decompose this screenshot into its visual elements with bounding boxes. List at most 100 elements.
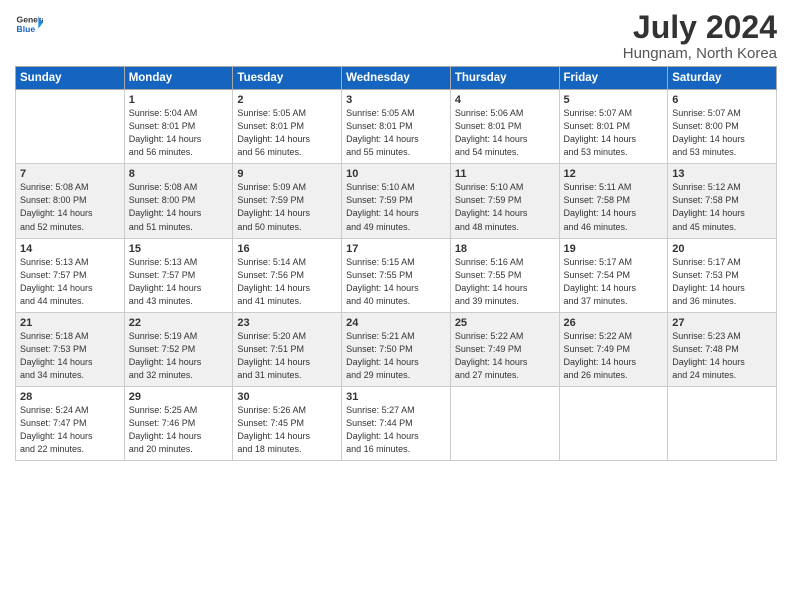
calendar-cell: 13Sunrise: 5:12 AM Sunset: 7:58 PM Dayli… bbox=[668, 164, 777, 238]
calendar-cell: 23Sunrise: 5:20 AM Sunset: 7:51 PM Dayli… bbox=[233, 312, 342, 386]
cell-info: Sunrise: 5:26 AM Sunset: 7:45 PM Dayligh… bbox=[237, 404, 337, 456]
calendar-cell: 16Sunrise: 5:14 AM Sunset: 7:56 PM Dayli… bbox=[233, 238, 342, 312]
header-day-thursday: Thursday bbox=[450, 67, 559, 90]
cell-info: Sunrise: 5:12 AM Sunset: 7:58 PM Dayligh… bbox=[672, 181, 772, 233]
calendar-cell: 21Sunrise: 5:18 AM Sunset: 7:53 PM Dayli… bbox=[16, 312, 125, 386]
day-number: 9 bbox=[237, 168, 337, 180]
day-number: 19 bbox=[564, 243, 664, 255]
cell-info: Sunrise: 5:07 AM Sunset: 8:01 PM Dayligh… bbox=[564, 107, 664, 159]
cell-info: Sunrise: 5:27 AM Sunset: 7:44 PM Dayligh… bbox=[346, 404, 446, 456]
cell-info: Sunrise: 5:09 AM Sunset: 7:59 PM Dayligh… bbox=[237, 181, 337, 233]
header-row: SundayMondayTuesdayWednesdayThursdayFrid… bbox=[16, 67, 777, 90]
header-day-wednesday: Wednesday bbox=[342, 67, 451, 90]
week-row-3: 14Sunrise: 5:13 AM Sunset: 7:57 PM Dayli… bbox=[16, 238, 777, 312]
day-number: 26 bbox=[564, 317, 664, 329]
calendar-cell: 2Sunrise: 5:05 AM Sunset: 8:01 PM Daylig… bbox=[233, 90, 342, 164]
day-number: 4 bbox=[455, 94, 555, 106]
day-number: 20 bbox=[672, 243, 772, 255]
calendar-cell: 14Sunrise: 5:13 AM Sunset: 7:57 PM Dayli… bbox=[16, 238, 125, 312]
svg-text:Blue: Blue bbox=[17, 24, 36, 34]
cell-info: Sunrise: 5:13 AM Sunset: 7:57 PM Dayligh… bbox=[129, 256, 229, 308]
calendar-cell: 9Sunrise: 5:09 AM Sunset: 7:59 PM Daylig… bbox=[233, 164, 342, 238]
header-day-sunday: Sunday bbox=[16, 67, 125, 90]
cell-info: Sunrise: 5:10 AM Sunset: 7:59 PM Dayligh… bbox=[346, 181, 446, 233]
cell-info: Sunrise: 5:08 AM Sunset: 8:00 PM Dayligh… bbox=[20, 181, 120, 233]
header-day-monday: Monday bbox=[124, 67, 233, 90]
cell-info: Sunrise: 5:21 AM Sunset: 7:50 PM Dayligh… bbox=[346, 330, 446, 382]
week-row-5: 28Sunrise: 5:24 AM Sunset: 7:47 PM Dayli… bbox=[16, 386, 777, 460]
day-number: 29 bbox=[129, 391, 229, 403]
calendar-cell: 19Sunrise: 5:17 AM Sunset: 7:54 PM Dayli… bbox=[559, 238, 668, 312]
calendar-cell: 25Sunrise: 5:22 AM Sunset: 7:49 PM Dayli… bbox=[450, 312, 559, 386]
day-number: 24 bbox=[346, 317, 446, 329]
cell-info: Sunrise: 5:07 AM Sunset: 8:00 PM Dayligh… bbox=[672, 107, 772, 159]
day-number: 8 bbox=[129, 168, 229, 180]
calendar-cell: 24Sunrise: 5:21 AM Sunset: 7:50 PM Dayli… bbox=[342, 312, 451, 386]
day-number: 2 bbox=[237, 94, 337, 106]
cell-info: Sunrise: 5:22 AM Sunset: 7:49 PM Dayligh… bbox=[564, 330, 664, 382]
day-number: 10 bbox=[346, 168, 446, 180]
calendar-cell: 22Sunrise: 5:19 AM Sunset: 7:52 PM Dayli… bbox=[124, 312, 233, 386]
day-number: 25 bbox=[455, 317, 555, 329]
calendar-cell: 29Sunrise: 5:25 AM Sunset: 7:46 PM Dayli… bbox=[124, 386, 233, 460]
calendar-cell bbox=[559, 386, 668, 460]
calendar-cell: 26Sunrise: 5:22 AM Sunset: 7:49 PM Dayli… bbox=[559, 312, 668, 386]
page-container: General Blue July 2024 Hungnam, North Ko… bbox=[0, 0, 792, 612]
calendar-cell bbox=[16, 90, 125, 164]
cell-info: Sunrise: 5:11 AM Sunset: 7:58 PM Dayligh… bbox=[564, 181, 664, 233]
calendar-table: SundayMondayTuesdayWednesdayThursdayFrid… bbox=[15, 66, 777, 461]
week-row-4: 21Sunrise: 5:18 AM Sunset: 7:53 PM Dayli… bbox=[16, 312, 777, 386]
cell-info: Sunrise: 5:20 AM Sunset: 7:51 PM Dayligh… bbox=[237, 330, 337, 382]
calendar-cell: 18Sunrise: 5:16 AM Sunset: 7:55 PM Dayli… bbox=[450, 238, 559, 312]
cell-info: Sunrise: 5:16 AM Sunset: 7:55 PM Dayligh… bbox=[455, 256, 555, 308]
main-title: July 2024 bbox=[623, 10, 777, 45]
header-day-tuesday: Tuesday bbox=[233, 67, 342, 90]
day-number: 13 bbox=[672, 168, 772, 180]
calendar-cell: 10Sunrise: 5:10 AM Sunset: 7:59 PM Dayli… bbox=[342, 164, 451, 238]
cell-info: Sunrise: 5:05 AM Sunset: 8:01 PM Dayligh… bbox=[237, 107, 337, 159]
cell-info: Sunrise: 5:17 AM Sunset: 7:54 PM Dayligh… bbox=[564, 256, 664, 308]
cell-info: Sunrise: 5:08 AM Sunset: 8:00 PM Dayligh… bbox=[129, 181, 229, 233]
day-number: 15 bbox=[129, 243, 229, 255]
calendar-cell: 20Sunrise: 5:17 AM Sunset: 7:53 PM Dayli… bbox=[668, 238, 777, 312]
calendar-cell: 27Sunrise: 5:23 AM Sunset: 7:48 PM Dayli… bbox=[668, 312, 777, 386]
calendar-cell: 3Sunrise: 5:05 AM Sunset: 8:01 PM Daylig… bbox=[342, 90, 451, 164]
day-number: 5 bbox=[564, 94, 664, 106]
calendar-cell: 17Sunrise: 5:15 AM Sunset: 7:55 PM Dayli… bbox=[342, 238, 451, 312]
calendar-cell: 30Sunrise: 5:26 AM Sunset: 7:45 PM Dayli… bbox=[233, 386, 342, 460]
calendar-cell: 11Sunrise: 5:10 AM Sunset: 7:59 PM Dayli… bbox=[450, 164, 559, 238]
day-number: 17 bbox=[346, 243, 446, 255]
day-number: 27 bbox=[672, 317, 772, 329]
cell-info: Sunrise: 5:13 AM Sunset: 7:57 PM Dayligh… bbox=[20, 256, 120, 308]
week-row-2: 7Sunrise: 5:08 AM Sunset: 8:00 PM Daylig… bbox=[16, 164, 777, 238]
calendar-cell: 28Sunrise: 5:24 AM Sunset: 7:47 PM Dayli… bbox=[16, 386, 125, 460]
title-block: July 2024 Hungnam, North Korea bbox=[623, 10, 777, 62]
cell-info: Sunrise: 5:22 AM Sunset: 7:49 PM Dayligh… bbox=[455, 330, 555, 382]
cell-info: Sunrise: 5:18 AM Sunset: 7:53 PM Dayligh… bbox=[20, 330, 120, 382]
header: General Blue July 2024 Hungnam, North Ko… bbox=[15, 10, 777, 62]
cell-info: Sunrise: 5:24 AM Sunset: 7:47 PM Dayligh… bbox=[20, 404, 120, 456]
day-number: 18 bbox=[455, 243, 555, 255]
cell-info: Sunrise: 5:17 AM Sunset: 7:53 PM Dayligh… bbox=[672, 256, 772, 308]
cell-info: Sunrise: 5:10 AM Sunset: 7:59 PM Dayligh… bbox=[455, 181, 555, 233]
day-number: 31 bbox=[346, 391, 446, 403]
cell-info: Sunrise: 5:25 AM Sunset: 7:46 PM Dayligh… bbox=[129, 404, 229, 456]
calendar-cell: 4Sunrise: 5:06 AM Sunset: 8:01 PM Daylig… bbox=[450, 90, 559, 164]
calendar-cell: 1Sunrise: 5:04 AM Sunset: 8:01 PM Daylig… bbox=[124, 90, 233, 164]
day-number: 22 bbox=[129, 317, 229, 329]
day-number: 23 bbox=[237, 317, 337, 329]
cell-info: Sunrise: 5:06 AM Sunset: 8:01 PM Dayligh… bbox=[455, 107, 555, 159]
day-number: 16 bbox=[237, 243, 337, 255]
day-number: 3 bbox=[346, 94, 446, 106]
logo-icon: General Blue bbox=[15, 10, 43, 38]
header-day-saturday: Saturday bbox=[668, 67, 777, 90]
calendar-cell: 7Sunrise: 5:08 AM Sunset: 8:00 PM Daylig… bbox=[16, 164, 125, 238]
calendar-cell: 31Sunrise: 5:27 AM Sunset: 7:44 PM Dayli… bbox=[342, 386, 451, 460]
cell-info: Sunrise: 5:23 AM Sunset: 7:48 PM Dayligh… bbox=[672, 330, 772, 382]
day-number: 14 bbox=[20, 243, 120, 255]
header-day-friday: Friday bbox=[559, 67, 668, 90]
day-number: 6 bbox=[672, 94, 772, 106]
day-number: 1 bbox=[129, 94, 229, 106]
day-number: 12 bbox=[564, 168, 664, 180]
day-number: 21 bbox=[20, 317, 120, 329]
